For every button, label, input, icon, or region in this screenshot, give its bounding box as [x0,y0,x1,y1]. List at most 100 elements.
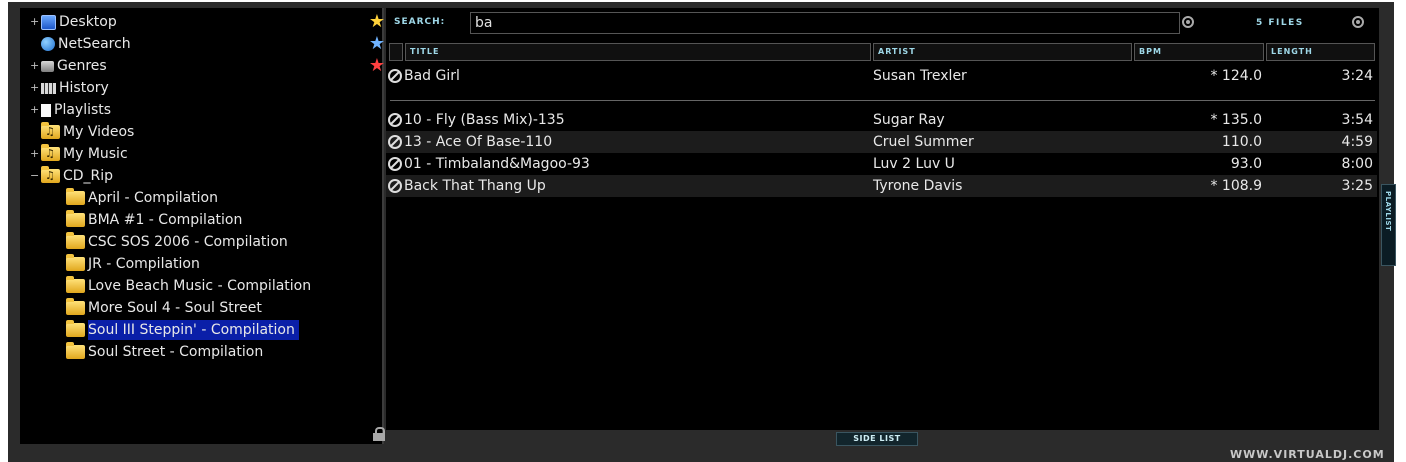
track-artist: Luv 2 Luv U [873,156,955,172]
track-artist: Susan Trexler [873,68,967,84]
tree-item-label: Playlists [54,102,112,118]
expand-icon[interactable]: + [30,12,39,32]
tree-item-cd-rip[interactable]: − CD_Rip [30,166,113,186]
tree-item-folder[interactable]: JR - Compilation [66,254,200,274]
search-options-button[interactable] [1182,16,1194,28]
tree-item-label: Genres [57,58,107,74]
folder-icon [66,254,85,271]
column-header-bpm[interactable]: BPM [1134,43,1264,61]
track-title: Back That Thang Up [404,178,546,194]
tree-item-label: More Soul 4 - Soul Street [88,300,262,316]
tree-item-label: CD_Rip [63,168,114,184]
playlist-tab[interactable]: PLAYLIST [1381,184,1396,266]
tree-item-label: Desktop [59,14,117,30]
column-header-title[interactable]: TITLE [405,43,871,61]
track-length: 3:54 [1341,112,1373,128]
tree-item-folder[interactable]: BMA #1 - Compilation [66,210,242,230]
column-header-artist[interactable]: ARTIST [873,43,1132,61]
playlist-tab-label: PLAYLIST [1384,191,1392,232]
tree-item-folder[interactable]: Soul Street - Compilation [66,342,263,362]
expand-icon[interactable]: + [30,100,39,120]
track-artist: Tyrone Davis [873,178,963,194]
track-status-icon [388,113,402,127]
tree-item-history[interactable]: + History [30,78,109,98]
collapse-icon[interactable]: − [30,166,39,186]
desktop-icon [41,14,56,30]
track-status-icon [388,69,402,83]
files-options-button[interactable] [1352,16,1364,28]
folder-icon [66,320,85,337]
table-row[interactable]: Bad Girl Susan Trexler * 124.0 3:24 [386,65,1377,87]
table-row[interactable]: 10 - Fly (Bass Mix)-135 Sugar Ray * 135.… [386,109,1377,131]
database-icon [41,60,54,72]
tree-item-label: Love Beach Music - Compilation [88,278,312,294]
track-status-icon [388,135,402,149]
tree-item-folder-selected[interactable]: Soul III Steppin' - Compilation [66,320,299,340]
track-bpm: * 135.0 [1210,112,1262,128]
tree-item-netsearch[interactable]: NetSearch [30,34,131,54]
expand-icon[interactable]: + [30,56,39,76]
expand-icon[interactable]: + [30,78,39,98]
tree-item-label: BMA #1 - Compilation [88,212,243,228]
search-label: SEARCH: [394,17,446,27]
tree-item-my-videos[interactable]: My Videos [30,122,134,142]
track-bpm: 110.0 [1221,134,1262,150]
tree-item-folder[interactable]: CSC SOS 2006 - Compilation [66,232,288,252]
track-bpm: * 108.9 [1210,178,1262,194]
globe-icon [41,37,55,51]
tree-item-desktop[interactable]: + Desktop [30,12,117,32]
tree-item-label: NetSearch [58,36,131,52]
folder-icon [66,342,85,359]
folder-icon [66,188,85,205]
side-list-button[interactable]: SIDE LIST [836,432,918,446]
tree-item-label: April - Compilation [88,190,218,206]
tree-item-folder[interactable]: More Soul 4 - Soul Street [66,298,262,318]
expand-icon[interactable]: + [30,144,39,164]
select-all-checkbox[interactable] [389,43,403,61]
footer-url: WWW.VIRTUALDJ.COM [1230,448,1385,461]
folder-music-icon [41,122,60,142]
tree-item-label: History [59,80,109,96]
search-input[interactable] [470,12,1180,34]
track-length: 4:59 [1341,134,1373,150]
divider [390,100,1375,101]
track-bpm: 93.0 [1230,156,1262,172]
playlist-add-icon[interactable]: ★ [367,56,387,76]
file-list-panel: SEARCH: 5 FILES TITLE ARTIST BPM LENGTH … [386,8,1379,430]
track-artist: Cruel Summer [873,134,974,150]
table-row[interactable]: 13 - Ace Of Base-110 Cruel Summer 110.0 … [386,131,1377,153]
lock-icon[interactable] [373,427,385,441]
folder-icon [66,298,85,315]
track-artist: Sugar Ray [873,112,945,128]
tree-item-label: Soul III Steppin' - Compilation [88,320,299,340]
tree-item-folder[interactable]: April - Compilation [66,188,218,208]
smart-folder-add-icon[interactable]: ★ [367,34,387,54]
track-bpm: * 124.0 [1210,68,1262,84]
track-title: 10 - Fly (Bass Mix)-135 [404,112,565,128]
document-icon [41,103,51,117]
track-length: 3:25 [1341,178,1373,194]
table-row[interactable]: Back That Thang Up Tyrone Davis * 108.9 … [386,175,1377,197]
tree-item-my-music[interactable]: + My Music [30,144,128,164]
files-count: 5 FILES [1256,18,1304,28]
tree-item-folder[interactable]: Love Beach Music - Compilation [66,276,311,296]
folder-music-icon [41,166,60,186]
tree-item-genres[interactable]: + Genres [30,56,107,76]
track-title: 01 - Timbaland&Magoo-93 [404,156,590,172]
tree-item-label: CSC SOS 2006 - Compilation [88,234,288,250]
history-icon [41,82,56,94]
column-header-length[interactable]: LENGTH [1266,43,1375,61]
table-row[interactable]: 01 - Timbaland&Magoo-93 Luv 2 Luv U 93.0… [386,153,1377,175]
track-length: 8:00 [1341,156,1373,172]
track-title: Bad Girl [404,68,460,84]
virtualdj-browser: + Desktop NetSearch + Genres + History +… [8,2,1396,462]
tree-item-playlists[interactable]: + Playlists [30,100,111,120]
folder-tree[interactable]: + Desktop NetSearch + Genres + History +… [20,8,387,444]
tree-item-label: JR - Compilation [88,256,200,272]
folder-icon [66,232,85,249]
tree-item-label: Soul Street - Compilation [88,344,264,360]
tree-item-label: My Videos [63,124,135,140]
folder-icon [66,210,85,227]
track-title: 13 - Ace Of Base-110 [404,134,553,150]
favorite-folder-add-icon[interactable]: ★ [367,12,387,32]
